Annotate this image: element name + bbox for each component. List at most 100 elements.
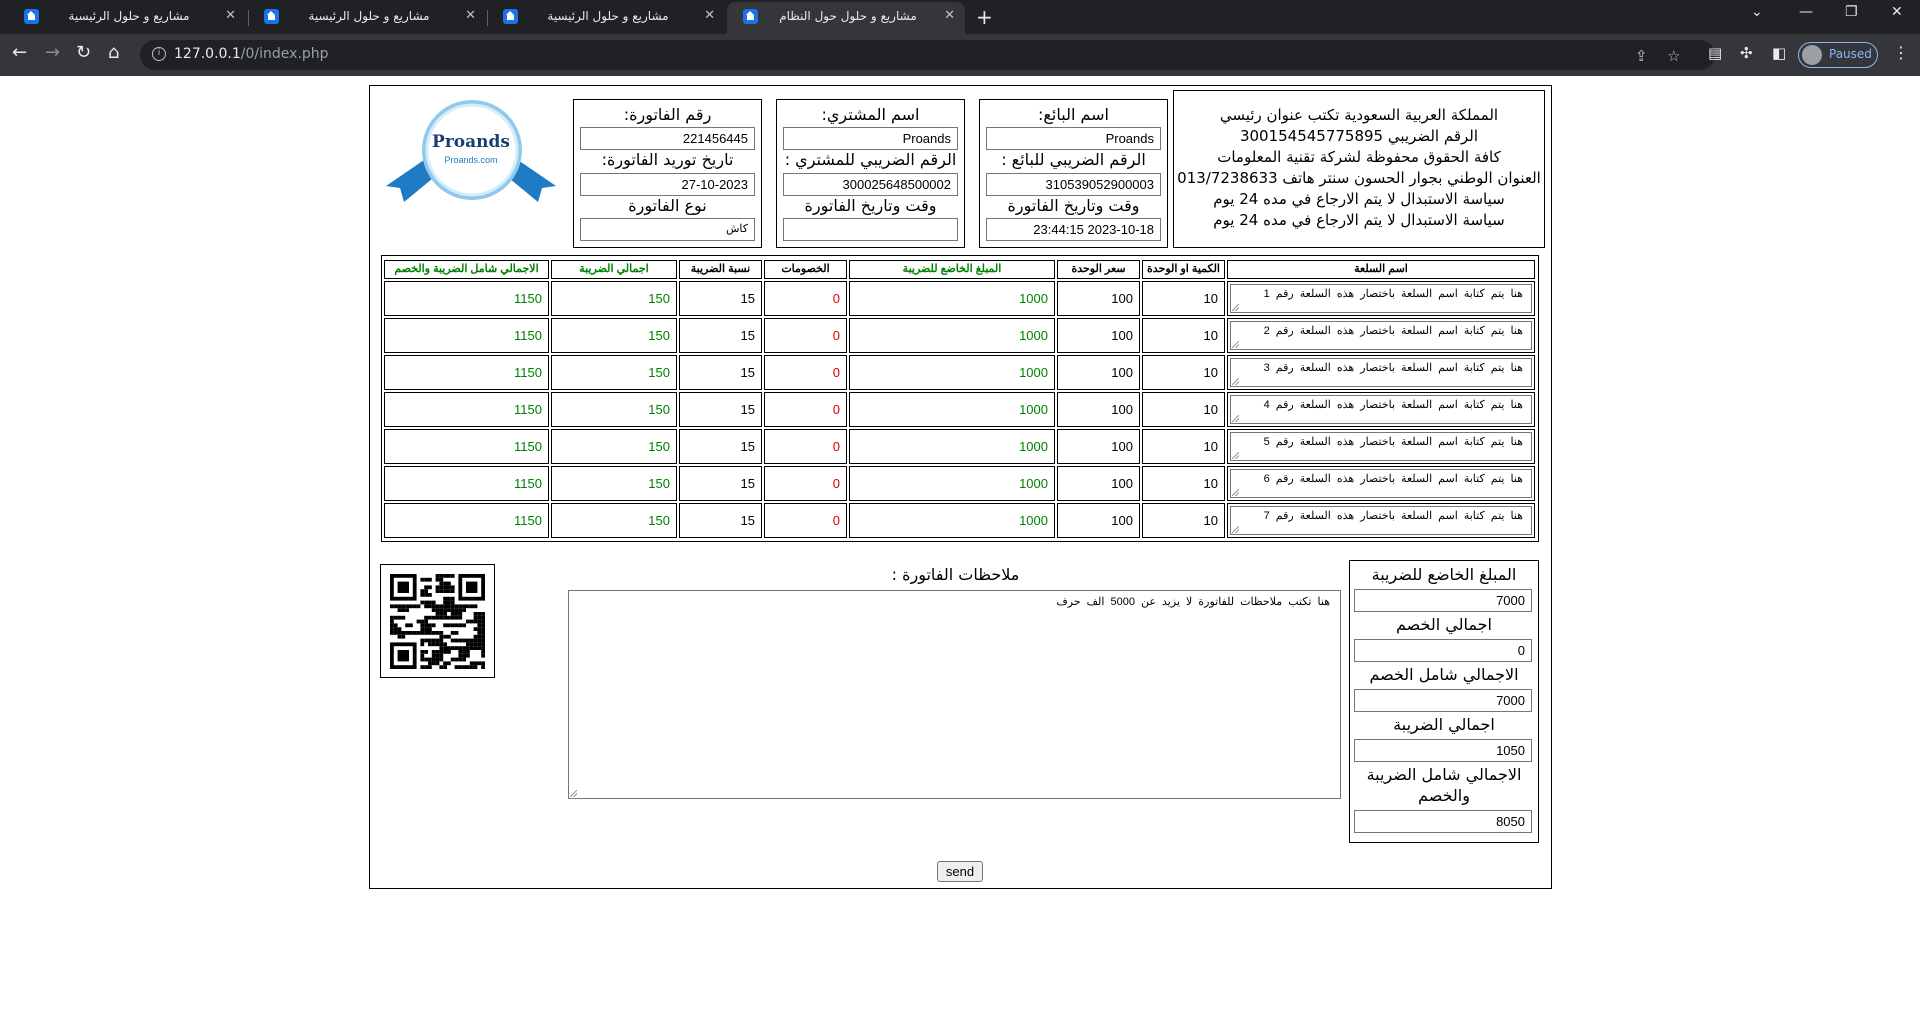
unit-price-cell[interactable]: 100 [1057, 318, 1140, 353]
browser-tab-4-active[interactable]: مشاريع و حلول حول النظام ✕ [727, 2, 965, 34]
tax-total-cell[interactable]: 150 [551, 392, 677, 427]
resize-grip-icon[interactable] [1232, 489, 1239, 496]
item-name-textarea[interactable]: هنا يتم كتابة اسم السلعة باختصار هذه الس… [1230, 506, 1532, 535]
seller-datetime-field[interactable]: 23:44:15 2023-10-18 [986, 218, 1161, 241]
unit-price-cell[interactable]: 100 [1057, 355, 1140, 390]
resize-grip-icon[interactable] [1232, 341, 1239, 348]
discount-cell[interactable]: 0 [764, 429, 847, 464]
item-name-textarea[interactable]: هنا يتم كتابة اسم السلعة باختصار هذه الس… [1230, 469, 1532, 498]
share-icon[interactable]: ⇪ [1635, 47, 1648, 65]
window-close-icon[interactable]: ✕ [1891, 4, 1903, 20]
tax-rate-cell[interactable]: 15 [679, 466, 762, 501]
buyer-tax-field[interactable]: 300025648500002 [783, 173, 958, 196]
buyer-datetime-field[interactable] [783, 218, 958, 241]
taxable-total-field[interactable]: 7000 [1354, 589, 1532, 612]
tax-rate-cell[interactable]: 15 [679, 355, 762, 390]
resize-grip-icon[interactable] [1232, 526, 1239, 533]
grand-total-cell[interactable]: 1150 [384, 392, 549, 427]
taxable-amount-cell[interactable]: 1000 [849, 281, 1055, 316]
info-icon[interactable]: i [152, 47, 166, 61]
quantity-cell[interactable]: 10 [1142, 503, 1225, 538]
discount-cell[interactable]: 0 [764, 281, 847, 316]
more-menu-icon[interactable]: ⋮ [1893, 43, 1909, 62]
back-arrow-icon[interactable]: ← [12, 42, 27, 64]
discount-total-field[interactable]: 0 [1354, 639, 1532, 662]
resize-grip-icon[interactable] [1232, 452, 1239, 459]
unit-price-cell[interactable]: 100 [1057, 429, 1140, 464]
discount-cell[interactable]: 0 [764, 318, 847, 353]
grand-total-cell[interactable]: 1150 [384, 318, 549, 353]
tax-rate-cell[interactable]: 15 [679, 429, 762, 464]
taxable-amount-cell[interactable]: 1000 [849, 355, 1055, 390]
item-name-textarea[interactable]: هنا يتم كتابة اسم السلعة باختصار هذه الس… [1230, 284, 1532, 313]
quantity-cell[interactable]: 10 [1142, 281, 1225, 316]
quantity-cell[interactable]: 10 [1142, 318, 1225, 353]
side-panel-icon[interactable]: ◧ [1772, 44, 1786, 62]
resize-grip-icon[interactable] [1232, 304, 1239, 311]
discount-cell[interactable]: 0 [764, 503, 847, 538]
grand-total-cell[interactable]: 1150 [384, 503, 549, 538]
grand-total-cell[interactable]: 1150 [384, 281, 549, 316]
tax-total-cell[interactable]: 150 [551, 429, 677, 464]
grand-total-cell[interactable]: 1150 [384, 466, 549, 501]
tax-rate-cell[interactable]: 15 [679, 503, 762, 538]
quantity-cell[interactable]: 10 [1142, 466, 1225, 501]
quantity-cell[interactable]: 10 [1142, 429, 1225, 464]
discount-cell[interactable]: 0 [764, 392, 847, 427]
browser-tab-2[interactable]: مشاريع و حلول الرئيسية ✕ [248, 0, 486, 34]
quantity-cell[interactable]: 10 [1142, 355, 1225, 390]
close-icon[interactable]: ✕ [465, 8, 476, 23]
unit-price-cell[interactable]: 100 [1057, 281, 1140, 316]
invoice-type-select[interactable]: كاش [580, 218, 755, 241]
forward-arrow-icon[interactable]: → [45, 42, 60, 64]
seller-tax-field[interactable]: 310539052900003 [986, 173, 1161, 196]
grand-total-cell[interactable]: 1150 [384, 355, 549, 390]
invoice-number-field[interactable]: 221456445 [580, 127, 755, 150]
chevron-down-icon[interactable]: ⌄ [1751, 4, 1763, 20]
address-bar[interactable]: i 127.0.0.1/0/index.php ⇪ ☆ [140, 40, 1715, 70]
tax-rate-cell[interactable]: 15 [679, 392, 762, 427]
extension-pdf-icon[interactable]: ▤ [1708, 44, 1722, 62]
close-icon[interactable]: ✕ [225, 8, 236, 23]
item-name-textarea[interactable]: هنا يتم كتابة اسم السلعة باختصار هذه الس… [1230, 395, 1532, 424]
unit-price-cell[interactable]: 100 [1057, 392, 1140, 427]
profile-button[interactable]: Paused [1798, 42, 1878, 68]
tax-total-cell[interactable]: 150 [551, 281, 677, 316]
notes-textarea[interactable]: هنا تكتب ملاحظات للفاتورة لا يزيد عن 500… [568, 590, 1341, 799]
puzzle-extensions-icon[interactable]: ✣ [1740, 44, 1753, 62]
seller-name-field[interactable]: Proands [986, 127, 1161, 150]
home-icon[interactable]: ⌂ [108, 42, 119, 64]
item-name-textarea[interactable]: هنا يتم كتابة اسم السلعة باختصار هذه الس… [1230, 432, 1532, 461]
quantity-cell[interactable]: 10 [1142, 392, 1225, 427]
grand-total-field[interactable]: 8050 [1354, 810, 1532, 833]
send-button[interactable]: send [937, 861, 983, 882]
browser-tab-1[interactable]: مشاريع و حلول الرئيسية ✕ [8, 0, 246, 34]
tax-total-cell[interactable]: 150 [551, 466, 677, 501]
taxable-amount-cell[interactable]: 1000 [849, 503, 1055, 538]
item-name-textarea[interactable]: هنا يتم كتابة اسم السلعة باختصار هذه الس… [1230, 358, 1532, 387]
taxable-amount-cell[interactable]: 1000 [849, 318, 1055, 353]
taxable-amount-cell[interactable]: 1000 [849, 392, 1055, 427]
minimize-icon[interactable]: — [1799, 4, 1813, 20]
tax-rate-cell[interactable]: 15 [679, 318, 762, 353]
new-tab-plus-icon[interactable]: + [976, 5, 993, 29]
tax-rate-cell[interactable]: 15 [679, 281, 762, 316]
taxable-amount-cell[interactable]: 1000 [849, 429, 1055, 464]
url-text[interactable]: 127.0.0.1/0/index.php [174, 46, 329, 62]
bookmark-star-icon[interactable]: ☆ [1667, 47, 1680, 65]
tax-total-cell[interactable]: 150 [551, 503, 677, 538]
after-discount-field[interactable]: 7000 [1354, 689, 1532, 712]
tax-total-field[interactable]: 1050 [1354, 739, 1532, 762]
discount-cell[interactable]: 0 [764, 466, 847, 501]
discount-cell[interactable]: 0 [764, 355, 847, 390]
supply-date-field[interactable]: 27-10-2023 [580, 173, 755, 196]
close-icon[interactable]: ✕ [944, 8, 955, 23]
unit-price-cell[interactable]: 100 [1057, 466, 1140, 501]
tax-total-cell[interactable]: 150 [551, 318, 677, 353]
tax-total-cell[interactable]: 150 [551, 355, 677, 390]
buyer-name-field[interactable]: Proands [783, 127, 958, 150]
close-icon[interactable]: ✕ [704, 8, 715, 23]
taxable-amount-cell[interactable]: 1000 [849, 466, 1055, 501]
reload-icon[interactable]: ↻ [76, 42, 91, 64]
restore-icon[interactable]: ❐ [1845, 4, 1858, 20]
